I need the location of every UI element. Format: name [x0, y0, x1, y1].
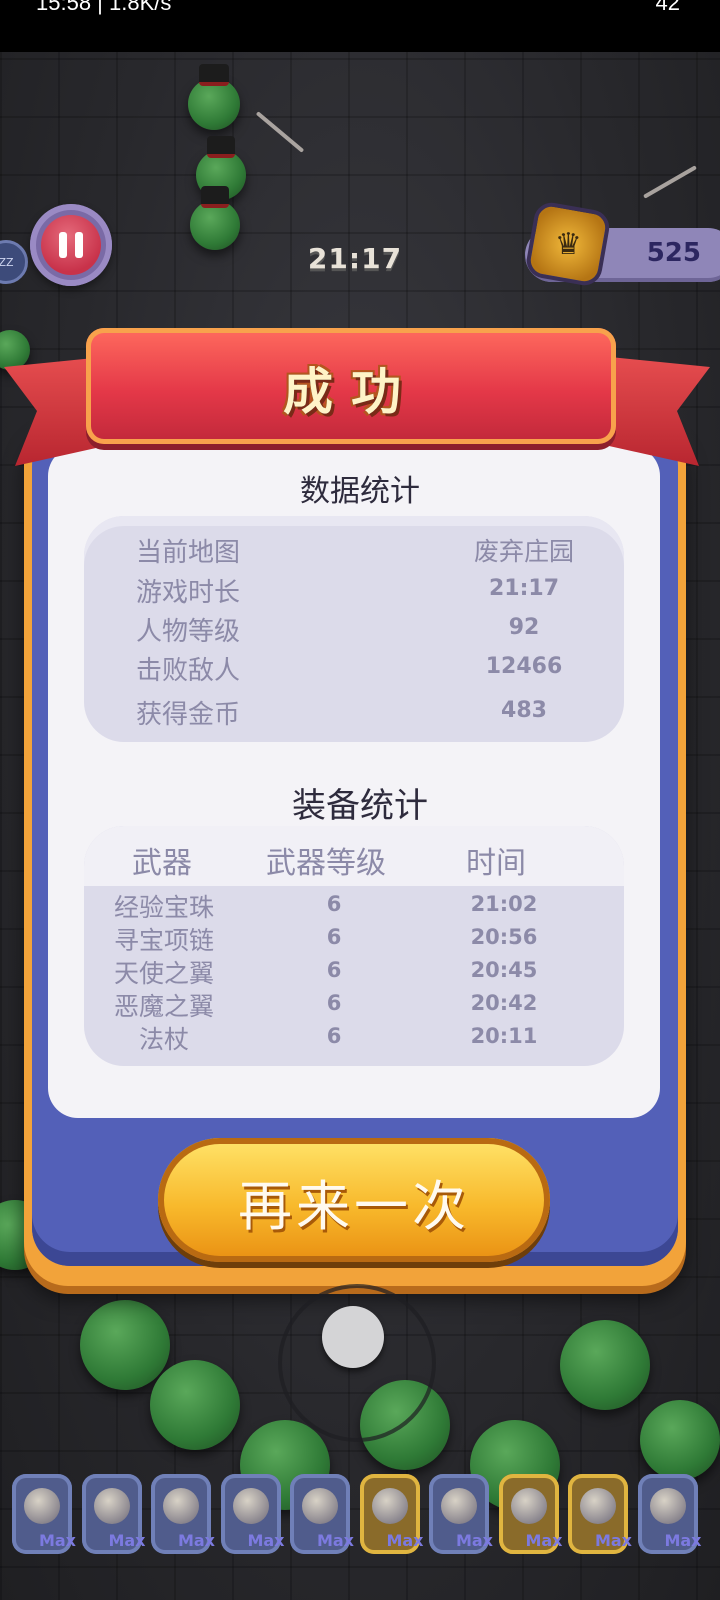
shield-icon [510, 1488, 547, 1524]
stats-title: 数据统计 [300, 474, 420, 509]
skill-slot[interactable]: Max [290, 1474, 354, 1554]
weapon-level: 6 [326, 1024, 342, 1048]
equipment-row: 寻宝项链 6 20:56 [84, 921, 624, 955]
game-timer: 21:17 [307, 242, 403, 275]
staff-icon [302, 1488, 338, 1524]
stat-row: 击败敌人 12466 [84, 650, 624, 690]
zombie [560, 1320, 650, 1410]
stat-row: 人物等级 92 [84, 611, 624, 651]
weapon-name: 寻宝项链 [113, 926, 214, 955]
retry-button-label[interactable]: 再来一次 [158, 1162, 550, 1241]
weapon-level: 6 [326, 892, 342, 916]
stat-label: 当前地图 [136, 538, 241, 568]
weapon-level: 6 [326, 958, 342, 982]
max-label: Max [386, 1531, 424, 1550]
joystick-knob[interactable] [322, 1306, 384, 1368]
header-time: 时间 [466, 846, 526, 881]
stat-value: 12466 [485, 654, 563, 679]
max-label: Max [525, 1531, 563, 1550]
stat-row: 游戏时长 21:17 [84, 572, 624, 612]
weapon-name: 经验宝珠 [113, 893, 214, 922]
skill-slot[interactable]: Max [151, 1474, 215, 1554]
skill-slot[interactable]: Max [568, 1474, 632, 1554]
max-label: Max [594, 1531, 632, 1550]
stat-value: 废弃庄园 [473, 537, 574, 566]
skill-slot[interactable]: Max [12, 1474, 76, 1554]
equipment-row: 经验宝珠 6 21:02 [84, 888, 624, 922]
skill-slot[interactable]: Max [81, 1474, 146, 1554]
pause-icon [41, 215, 101, 275]
necklace-icon [93, 1488, 130, 1524]
weapon-level: 6 [326, 925, 342, 949]
weapon-time: 20:45 [470, 958, 538, 982]
equip-title: 装备统计 [292, 786, 428, 826]
weapon-name: 天使之翼 [113, 959, 214, 988]
skill-slot[interactable]: Max [637, 1474, 702, 1554]
battery-level: 42 [655, 0, 680, 15]
equipment-header: 武器 武器等级 时间 [84, 826, 624, 886]
max-label: Max [177, 1531, 215, 1550]
status-bar: 15:58 | 1.8K/s 42 [0, 0, 720, 52]
header-level: 武器等级 [266, 846, 386, 881]
stat-label: 击败敌人 [136, 656, 241, 686]
equipment-table: 武器 武器等级 时间 经验宝珠 6 21:02 寻宝项链 6 20:56 天使之… [84, 826, 624, 1066]
demon-wings-icon [232, 1488, 269, 1524]
weapon-time: 20:56 [470, 925, 538, 949]
skill-slot[interactable]: Max [220, 1474, 285, 1554]
weapon-time: 20:11 [470, 1024, 538, 1048]
equipment-row: 法杖 6 20:11 [84, 1020, 624, 1054]
weapon-time: 21:02 [470, 892, 538, 916]
crystal-icon [441, 1488, 477, 1524]
weapon-name: 恶魔之翼 [113, 992, 214, 1021]
crown-icon [523, 199, 613, 289]
skill-slot[interactable]: Max [498, 1474, 563, 1554]
zombie [190, 186, 240, 250]
skill-slot[interactable]: Max [429, 1474, 493, 1554]
stat-row: 获得金币 483 [84, 694, 624, 734]
skill-slot[interactable]: Max [359, 1474, 424, 1554]
stat-label: 获得金币 [136, 700, 241, 730]
coin-count: 525 [646, 238, 701, 268]
equipment-row: 天使之翼 6 20:45 [84, 954, 624, 988]
orb-icon [24, 1488, 60, 1524]
stats-panel: 当前地图 废弃庄园 游戏时长 21:17 人物等级 92 击败敌人 12466 … [84, 516, 624, 742]
weapon-time: 20:42 [470, 991, 538, 1015]
angel-wings-icon [163, 1488, 199, 1524]
max-label: Max [108, 1531, 146, 1550]
stat-value: 21:17 [488, 576, 560, 601]
max-label: Max [316, 1531, 354, 1550]
status-time: 15:58 | 1.8K/s [36, 0, 172, 15]
max-label: Max [38, 1531, 76, 1550]
max-label: Max [664, 1531, 702, 1550]
dialog-title: 成功 [283, 363, 419, 421]
gem-icon [649, 1488, 686, 1524]
ring-icon [580, 1488, 616, 1524]
zombie [80, 1300, 170, 1390]
stat-value: 483 [501, 698, 547, 723]
max-label: Max [247, 1531, 285, 1550]
max-label: Max [455, 1531, 493, 1550]
zombie [640, 1400, 720, 1480]
stat-row: 当前地图 废弃庄园 [84, 532, 624, 572]
pause-button[interactable] [30, 204, 112, 286]
zombie [188, 64, 240, 130]
weapon-name: 法杖 [138, 1025, 189, 1054]
stat-label: 游戏时长 [136, 578, 241, 608]
header-weapon: 武器 [132, 846, 192, 881]
equipment-row: 恶魔之翼 6 20:42 [84, 987, 624, 1021]
weapon-level: 6 [326, 991, 342, 1015]
stat-value: 92 [508, 615, 540, 640]
stat-label: 人物等级 [136, 617, 241, 647]
zombie [150, 1360, 240, 1450]
treasure-icon [371, 1488, 408, 1524]
